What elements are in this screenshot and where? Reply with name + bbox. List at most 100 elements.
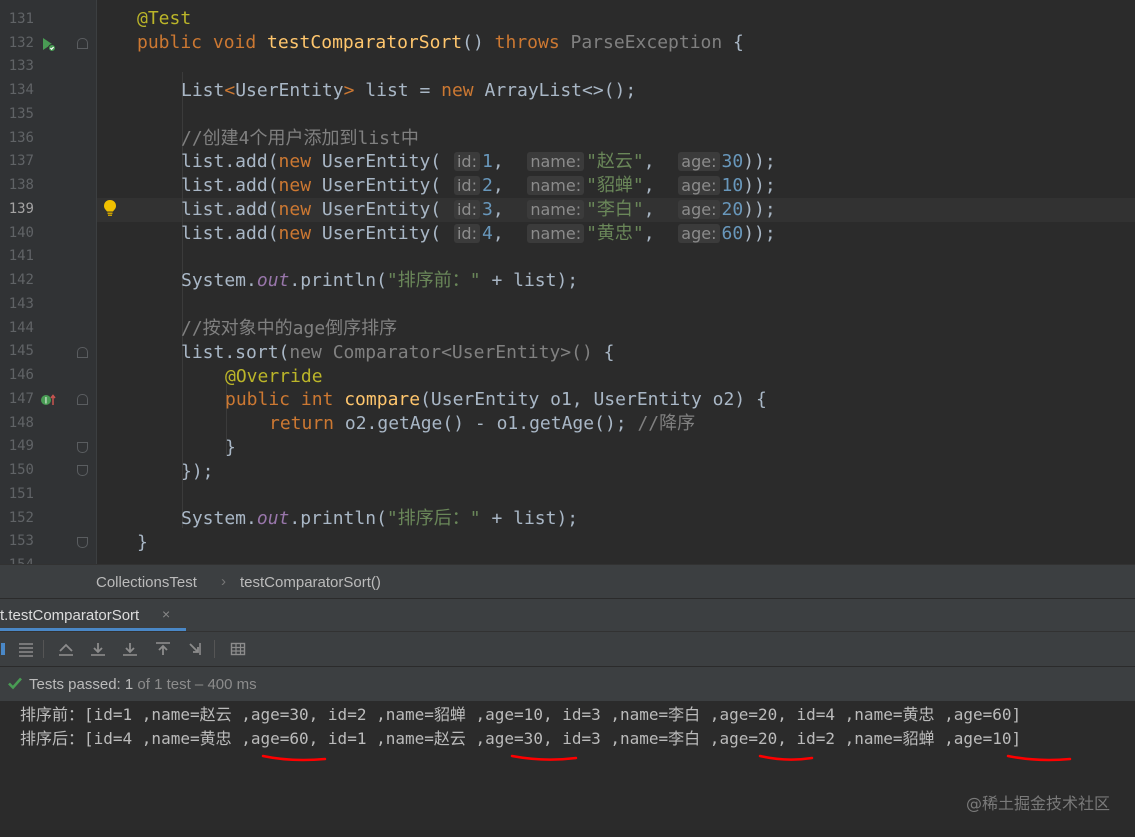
parameter-hint: age:: [678, 200, 720, 219]
toolbar-separator: [214, 640, 215, 658]
watermark: @稀土掘金技术社区: [965, 794, 1110, 813]
line-number[interactable]: 140: [0, 221, 34, 245]
tab-test-comparator-sort[interactable]: t.testComparatorSort ×: [0, 599, 186, 632]
parameter-hint: id:: [453, 176, 480, 195]
code-token: 20: [721, 199, 744, 220]
code-token: (: [430, 151, 452, 172]
code-token: "李白": [586, 199, 644, 220]
code-token: UserEntity: [321, 199, 431, 220]
code-token: list.add(: [181, 151, 279, 172]
parameter-hint: age:: [678, 224, 720, 243]
next-test-icon[interactable]: [187, 641, 203, 657]
import-tests-icon[interactable]: [58, 641, 74, 657]
line-number[interactable]: 136: [0, 126, 34, 150]
line-number[interactable]: 134: [0, 78, 34, 102]
tests-passed-text: Tests passed: 1 of 1 test – 400 ms: [29, 676, 257, 693]
line-number[interactable]: 149: [0, 434, 34, 458]
line-number[interactable]: 146: [0, 363, 34, 387]
code-line-144: //按对象中的age倒序排序: [181, 318, 398, 339]
code-line-list-add: list.add(new UserEntity( id: 4, name: "黄忠"…: [181, 222, 776, 246]
collapse-icon[interactable]: [122, 641, 138, 657]
breadcrumb: CollectionsTest › testComparatorSort(): [0, 564, 1135, 599]
code-token: UserEntity: [321, 223, 431, 244]
line-number[interactable]: 144: [0, 316, 34, 340]
line-number[interactable]: 133: [0, 54, 34, 78]
toolbar-separator: [43, 640, 44, 658]
code-token: ,: [643, 175, 677, 196]
fold-marker[interactable]: [77, 394, 88, 405]
fold-marker[interactable]: [77, 465, 88, 476]
fold-marker[interactable]: [77, 442, 88, 453]
line-number[interactable]: 139: [0, 197, 34, 221]
breadcrumb-class[interactable]: CollectionsTest: [96, 574, 197, 591]
line-number[interactable]: 153: [0, 529, 34, 553]
console-line-after: 排序后：[id=4 ,name=黄忠 ,age=60, id=1 ,name=赵…: [20, 729, 1022, 748]
run-test-icon[interactable]: [40, 36, 56, 52]
code-token: ));: [743, 175, 776, 196]
red-underline-annotation: [510, 754, 578, 761]
code-token: new: [278, 175, 322, 196]
line-number[interactable]: 143: [0, 292, 34, 316]
code-editor[interactable]: 1301311321331341351361371381391401411421…: [0, 0, 1135, 564]
line-number[interactable]: 142: [0, 268, 34, 292]
line-number[interactable]: 152: [0, 506, 34, 530]
fold-marker[interactable]: [77, 38, 88, 49]
line-number[interactable]: 147: [0, 387, 34, 411]
line-number[interactable]: 141: [0, 244, 34, 268]
line-number[interactable]: 138: [0, 173, 34, 197]
fold-marker[interactable]: [77, 347, 88, 358]
code-token: new: [278, 151, 322, 172]
code-line-142: System.out.println("排序前：" + list);: [181, 270, 579, 291]
fold-marker[interactable]: [77, 537, 88, 548]
code-line-list-add: list.add(new UserEntity( id: 3, name: "李白"…: [181, 198, 776, 222]
code-line-146: @Override: [225, 366, 323, 387]
line-number[interactable]: 154: [0, 553, 34, 564]
line-number[interactable]: 132: [0, 31, 34, 55]
breadcrumb-separator: ›: [221, 573, 226, 590]
code-token: new: [278, 223, 322, 244]
check-icon: [8, 677, 22, 690]
parameter-hint: id:: [453, 200, 480, 219]
line-number[interactable]: 148: [0, 411, 34, 435]
code-token: ));: [743, 199, 776, 220]
tab-label: t.testComparatorSort: [0, 607, 140, 624]
intention-bulb-icon[interactable]: [103, 199, 117, 217]
code-line-153: }: [137, 532, 148, 553]
breadcrumb-method[interactable]: testComparatorSort(): [240, 574, 381, 591]
line-number[interactable]: 145: [0, 339, 34, 363]
code-token: ,: [643, 199, 677, 220]
line-number[interactable]: 131: [0, 7, 34, 31]
svg-text:I: I: [45, 397, 48, 407]
line-number[interactable]: 137: [0, 149, 34, 173]
rerun-tests-icon[interactable]: [1, 641, 17, 657]
code-line-134: List<UserEntity> list = new ArrayList<>(…: [181, 80, 637, 101]
code-token: list.add(: [181, 199, 279, 220]
parameter-hint: name:: [527, 224, 585, 243]
code-token: "黄忠": [586, 223, 644, 244]
console-output[interactable]: 排序前：[id=1 ,name=赵云 ,age=30, id=2 ,name=貂…: [0, 701, 1135, 837]
code-token: 1: [481, 151, 493, 172]
code-line-150: });: [181, 461, 214, 482]
code-token: ,: [492, 199, 526, 220]
code-token: new: [278, 199, 322, 220]
parameter-hint: id:: [453, 152, 480, 171]
code-token: ,: [492, 175, 526, 196]
code-token: list.add(: [181, 223, 279, 244]
run-tool-window-tabs: t.testComparatorSort ×: [0, 598, 1135, 632]
close-tab-icon[interactable]: ×: [162, 606, 170, 622]
export-tests-icon[interactable]: [90, 641, 106, 657]
sort-icon[interactable]: [18, 641, 34, 657]
parameter-hint: name:: [527, 176, 585, 195]
parameter-hint: name:: [527, 200, 585, 219]
stack-icon[interactable]: [230, 641, 246, 657]
code-token: ));: [743, 151, 776, 172]
line-number[interactable]: 151: [0, 482, 34, 506]
red-underline-annotation: [261, 754, 327, 762]
line-number[interactable]: 135: [0, 102, 34, 126]
override-method-icon[interactable]: I: [40, 392, 56, 408]
expand-icon[interactable]: [155, 641, 171, 657]
line-number[interactable]: 150: [0, 458, 34, 482]
code-token: ,: [492, 151, 526, 172]
code-token: ,: [643, 151, 677, 172]
code-token: 30: [721, 151, 744, 172]
